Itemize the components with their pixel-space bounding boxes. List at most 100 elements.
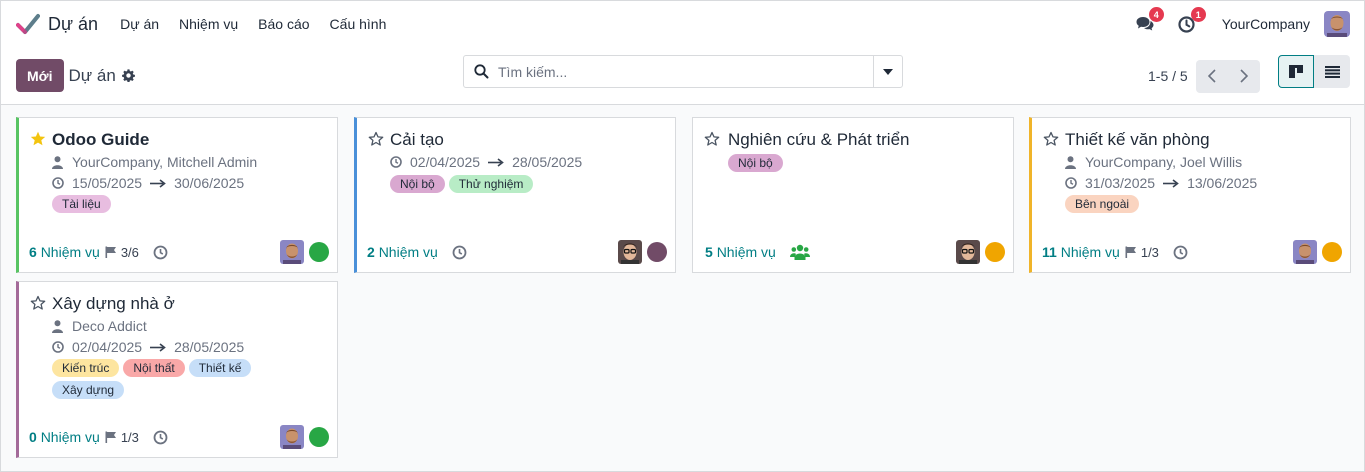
activity-clock-icon[interactable] <box>1173 244 1189 260</box>
star-outline-icon[interactable] <box>704 131 720 147</box>
user-photo-icon <box>280 425 304 449</box>
status-indicator[interactable] <box>985 242 1005 262</box>
search-input[interactable] <box>498 56 873 87</box>
clock-icon <box>390 156 403 169</box>
company-switcher[interactable]: YourCompany <box>1222 16 1310 32</box>
view-switcher <box>1278 55 1350 88</box>
star-outline-icon[interactable] <box>368 131 384 147</box>
kanban-view-button[interactable] <box>1278 55 1314 88</box>
user-avatar[interactable] <box>1324 11 1350 37</box>
tasks-count: 0 <box>29 429 37 445</box>
user-icon <box>52 155 65 169</box>
date-start: 15/05/2025 <box>72 175 143 191</box>
app-home-link[interactable]: Dự án <box>16 13 98 35</box>
menu-item-tasks[interactable]: Nhiệm vụ <box>169 16 248 32</box>
activity-clock-icon[interactable] <box>153 244 169 260</box>
menu-item-configuration[interactable]: Cấu hình <box>320 16 397 32</box>
user-photo-icon <box>1324 11 1350 37</box>
project-customer: YourCompany, Mitchell Admin <box>52 154 257 170</box>
tag: Kiến trúc <box>52 359 120 377</box>
milestone-indicator: 3/6 <box>105 245 139 260</box>
user-photo-icon <box>956 240 980 264</box>
tag: Xây dựng <box>52 381 125 399</box>
project-dates: 31/03/2025 13/06/2025 <box>1065 175 1257 191</box>
user-photo-icon <box>280 240 304 264</box>
arrow-right-icon <box>1163 178 1179 188</box>
menu-item-projects[interactable]: Dự án <box>110 16 169 32</box>
pager-next-button[interactable] <box>1227 59 1260 93</box>
status-indicator[interactable] <box>647 242 667 262</box>
main-menu: Dự án Nhiệm vụ Báo cáo Cấu hình <box>110 16 396 32</box>
milestone-count: 3/6 <box>120 244 139 260</box>
project-card[interactable]: Odoo Guide YourCompany, Mitchell Admin 1… <box>16 117 338 273</box>
flag-icon <box>105 431 116 443</box>
activity-clock-icon[interactable] <box>452 244 468 260</box>
gear-icon[interactable] <box>121 69 136 83</box>
star-filled-icon[interactable] <box>30 131 46 147</box>
user-photo-icon <box>1293 240 1317 264</box>
new-project-button[interactable]: Mới <box>16 59 64 92</box>
tasks-label: Nhiệm vụ <box>378 244 438 260</box>
project-name: Thiết kế văn phòng <box>1065 130 1210 149</box>
tasks-link[interactable]: 0 Nhiệm vụ <box>29 429 100 445</box>
systray: 4 1 YourCompany <box>1134 7 1350 37</box>
tag-list: Tài liệu <box>52 195 322 213</box>
page-title: Dự án <box>68 65 116 85</box>
star-outline-icon[interactable] <box>1043 131 1059 147</box>
tasks-count: 5 <box>705 244 713 260</box>
tasks-label: Nhiệm vụ <box>716 244 776 260</box>
project-name: Odoo Guide <box>52 130 150 149</box>
project-name: Cải tạo <box>390 130 444 149</box>
tag-list: Nội bộ Thử nghiệm <box>390 175 660 193</box>
star-outline-icon[interactable] <box>30 295 46 311</box>
arrow-right-icon <box>150 178 166 188</box>
project-app-icon <box>16 14 40 34</box>
card-footer: 5 Nhiệm vụ <box>705 240 1005 264</box>
manager-avatar[interactable] <box>280 425 304 449</box>
activities-button[interactable]: 1 <box>1176 7 1206 35</box>
tasks-link[interactable]: 2 Nhiệm vụ <box>367 244 438 260</box>
app-name: Dự án <box>48 13 99 34</box>
manager-avatar[interactable] <box>618 240 642 264</box>
card-footer: 6 Nhiệm vụ 3/6 <box>29 240 329 264</box>
date-start: 31/03/2025 <box>1085 175 1156 191</box>
project-card[interactable]: Xây dựng nhà ở Deco Addict 02/04/2025 28… <box>16 281 338 458</box>
tasks-link[interactable]: 6 Nhiệm vụ <box>29 244 100 260</box>
status-indicator[interactable] <box>309 242 329 262</box>
users-icon[interactable] <box>789 244 812 260</box>
milestone-indicator: 1/3 <box>105 430 139 445</box>
tasks-link[interactable]: 11 Nhiệm vụ <box>1042 244 1120 260</box>
user-icon <box>52 319 65 333</box>
status-indicator[interactable] <box>1322 242 1342 262</box>
activity-clock-icon[interactable] <box>153 429 169 445</box>
tasks-link[interactable]: 5 Nhiệm vụ <box>705 244 776 260</box>
menu-item-reporting[interactable]: Báo cáo <box>248 16 319 32</box>
list-view-button[interactable] <box>1314 55 1350 88</box>
date-start: 02/04/2025 <box>410 154 481 170</box>
pager-previous-button[interactable] <box>1195 59 1228 93</box>
flag-icon <box>1125 246 1136 258</box>
messages-button[interactable]: 4 <box>1134 7 1164 35</box>
clock-icon <box>52 341 65 354</box>
status-indicator[interactable] <box>309 427 329 447</box>
project-customer: YourCompany, Joel Willis <box>1065 154 1242 170</box>
search-options-toggle[interactable] <box>873 56 902 87</box>
top-navbar: Dự án Dự án Nhiệm vụ Báo cáo Cấu hình 4 <box>1 1 1364 47</box>
pager-value[interactable]: 1-5 / 5 <box>1148 68 1188 84</box>
project-card[interactable]: Thiết kế văn phòng YourCompany, Joel Wil… <box>1029 117 1351 273</box>
manager-avatar[interactable] <box>1293 240 1317 264</box>
tag-list: Kiến trúc Nội thất Thiết kế Xây dựng <box>52 359 322 399</box>
date-end: 30/06/2025 <box>174 175 245 191</box>
flag-icon <box>105 246 116 258</box>
tasks-count: 2 <box>367 244 375 260</box>
app-window: Dự án Dự án Nhiệm vụ Báo cáo Cấu hình 4 <box>0 0 1365 472</box>
project-card[interactable]: Cải tạo 02/04/2025 28/05/2025 Nội bộ Thử… <box>354 117 676 273</box>
manager-avatar[interactable] <box>280 240 304 264</box>
tasks-label: Nhiệm vụ <box>40 244 100 260</box>
arrow-right-icon <box>150 342 166 352</box>
tag: Nội bộ <box>728 154 783 172</box>
project-dates: 15/05/2025 30/06/2025 <box>52 175 244 191</box>
manager-avatar[interactable] <box>956 240 980 264</box>
project-card[interactable]: Nghiên cứu & Phát triển Nội bộ 5 Nhiệm v… <box>692 117 1014 273</box>
tag: Nội bộ <box>390 175 445 193</box>
